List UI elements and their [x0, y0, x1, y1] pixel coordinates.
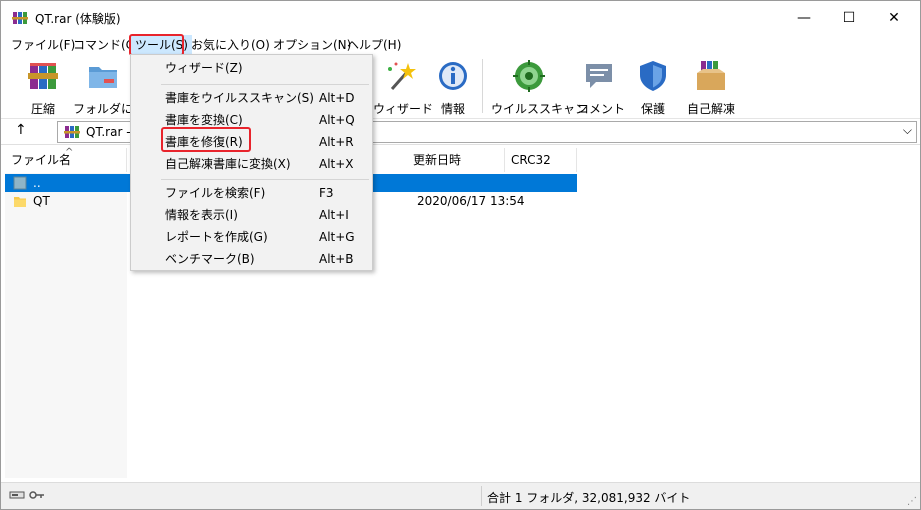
window-title: QT.rar (体験版): [35, 12, 121, 26]
column-name-label: ファイル名: [11, 153, 72, 167]
up-arrow-icon[interactable]: ↑: [15, 122, 27, 138]
extract-to-button[interactable]: フォルダに解: [73, 59, 146, 116]
menu-item-label: 書庫をウイルススキャン(S): [165, 91, 314, 105]
sfx-button[interactable]: 自己解凍: [685, 59, 737, 116]
virus-scan-icon: [513, 60, 545, 92]
menu-item-shortcut: Alt+R: [319, 135, 354, 149]
info-icon: [439, 62, 467, 90]
toolbar-separator: [482, 59, 483, 113]
menu-item-shortcut: Alt+D: [319, 91, 355, 105]
minimize-button[interactable]: —: [781, 1, 827, 35]
menu-item-shortcut: Alt+B: [319, 252, 354, 266]
drive-icon[interactable]: [9, 489, 25, 501]
sfx-label: 自己解凍: [686, 102, 735, 116]
comment-button[interactable]: コメント: [577, 59, 626, 116]
menu-item-shortcut: Alt+Q: [319, 113, 355, 127]
menu-item-label: ウィザード(Z): [165, 61, 243, 75]
menu-item-label: 書庫を修復(R): [165, 135, 243, 149]
extract-to-label: フォルダに解: [73, 102, 146, 116]
list-item-date: 2020/06/17 13:54: [417, 194, 525, 208]
menu-separator: [161, 179, 369, 180]
sfx-box-icon: [697, 61, 725, 90]
archive-icon: [64, 126, 80, 138]
compress-button[interactable]: 圧縮: [19, 59, 67, 116]
menu-item-repair[interactable]: 書庫を修復(R) Alt+R: [131, 131, 372, 153]
sort-asc-icon: ^: [65, 147, 74, 158]
virus-scan-label: ウイルススキャン: [491, 102, 588, 116]
menu-item-label: 情報を表示(I): [165, 208, 238, 222]
status-bar: 合計 1 フォルダ, 32,081,932 バイト ⋰: [1, 482, 920, 509]
shield-icon: [640, 61, 666, 91]
name-column-pane: [5, 173, 127, 478]
menu-item-convert[interactable]: 書庫を変換(C) Alt+Q: [131, 109, 372, 131]
menu-item-show-info[interactable]: 情報を表示(I) Alt+I: [131, 204, 372, 226]
column-crc32[interactable]: CRC32: [505, 148, 577, 172]
menu-item-find-files[interactable]: ファイルを検索(F) F3: [131, 182, 372, 204]
menu-help[interactable]: ヘルプ(H): [343, 35, 405, 55]
menu-separator: [161, 84, 369, 85]
menu-item-label: ベンチマーク(B): [165, 252, 255, 266]
menu-item-virus-scan[interactable]: 書庫をウイルススキャン(S) Alt+D: [131, 87, 372, 109]
menu-item-benchmark[interactable]: ベンチマーク(B) Alt+B: [131, 248, 372, 270]
key-icon[interactable]: [29, 489, 45, 501]
menu-bar: ファイル(F) コマンド(C) ツール(S) お気に入り(O) オプション(N)…: [1, 35, 920, 55]
list-item-name: QT: [33, 194, 50, 208]
menu-tools[interactable]: ツール(S): [131, 35, 192, 55]
menu-item-label: 書庫を変換(C): [165, 113, 243, 127]
menu-item-shortcut: Alt+G: [319, 230, 355, 244]
wizard-label: ウィザード: [373, 102, 434, 116]
folder-icon: [14, 197, 26, 207]
wizard-button[interactable]: ウィザード: [373, 59, 434, 116]
title-bar: QT.rar (体験版) — ☐ ✕: [1, 1, 920, 35]
parent-folder-icon: [13, 176, 27, 190]
winrar-app-icon: [12, 12, 28, 24]
info-label: 情報: [440, 102, 465, 116]
list-item-name: ..: [33, 176, 41, 190]
menu-item-label: ファイルを検索(F): [165, 186, 266, 200]
books-stack-icon: [28, 63, 58, 89]
menu-item-label: レポートを作成(G): [165, 230, 268, 244]
folder-icon: [89, 67, 117, 88]
menu-item-shortcut: Alt+I: [319, 208, 349, 222]
menu-item-shortcut: Alt+X: [319, 157, 354, 171]
status-divider: [481, 486, 482, 506]
protect-button[interactable]: 保護: [635, 59, 671, 116]
virus-scan-button[interactable]: ウイルススキャン: [491, 59, 588, 116]
menu-item-label: 自己解凍書庫に変換(X): [165, 157, 291, 171]
menu-item-convert-sfx[interactable]: 自己解凍書庫に変換(X) Alt+X: [131, 153, 372, 175]
tools-dropdown-menu: ウィザード(Z) 書庫をウイルススキャン(S) Alt+D 書庫を変換(C) A…: [130, 54, 373, 271]
menu-favorites[interactable]: お気に入り(O): [187, 35, 274, 55]
menu-item-shortcut: F3: [319, 186, 334, 200]
compress-label: 圧縮: [30, 102, 55, 116]
status-icons: [9, 489, 45, 501]
comment-icon: [586, 64, 612, 88]
protect-label: 保護: [640, 102, 665, 116]
info-button[interactable]: 情報: [433, 59, 473, 116]
resize-grip-icon[interactable]: ⋰: [907, 496, 917, 507]
close-button[interactable]: ✕: [871, 1, 917, 35]
app-window: QT.rar (体験版) — ☐ ✕ ファイル(F) コマンド(C) ツール(S…: [0, 0, 921, 510]
comment-label: コメント: [577, 102, 626, 116]
chevron-down-icon[interactable]: ⌵: [903, 123, 912, 138]
status-summary: 合計 1 フォルダ, 32,081,932 バイト: [487, 491, 691, 505]
maximize-button[interactable]: ☐: [826, 1, 872, 35]
magic-wand-icon: [388, 62, 416, 90]
menu-item-wizard[interactable]: ウィザード(Z): [131, 57, 372, 79]
column-name[interactable]: ファイル名 ^: [5, 147, 127, 172]
column-modified[interactable]: 更新日時: [407, 148, 505, 172]
menu-item-report[interactable]: レポートを作成(G) Alt+G: [131, 226, 372, 248]
